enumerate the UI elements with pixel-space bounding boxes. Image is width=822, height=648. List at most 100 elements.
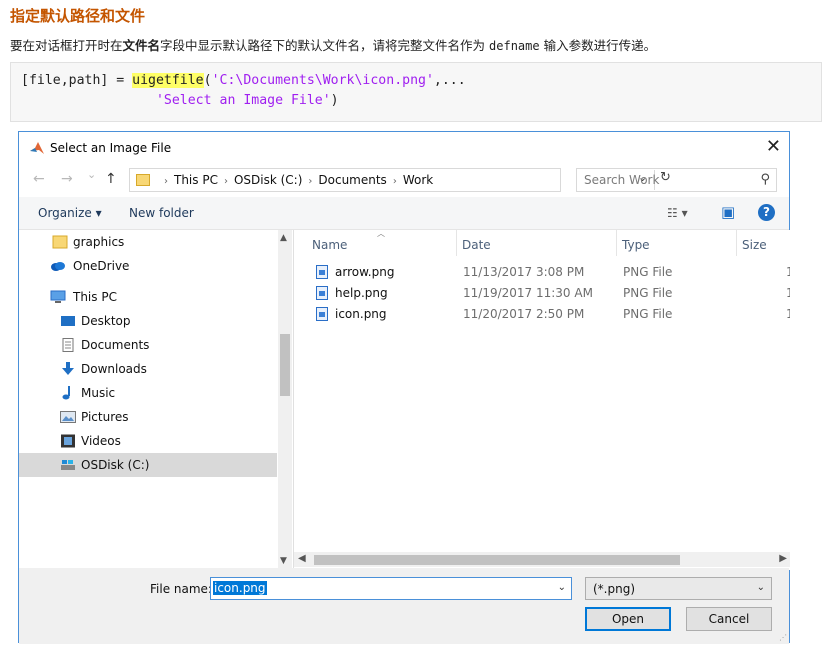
para-text-3: 输入参数进行传递。 <box>539 38 657 53</box>
file-name: icon.png <box>335 307 387 321</box>
nav-label: OSDisk (C:) <box>81 458 150 472</box>
file-name: help.png <box>335 286 388 300</box>
column-label: Name <box>312 238 348 252</box>
file-type-select[interactable]: (*.png) ⌄ <box>585 577 772 600</box>
description-paragraph: 要在对话框打开时在文件名字段中显示默认路径下的默认文件名，请将完整文件名作为 d… <box>10 35 656 54</box>
file-row[interactable]: icon.png 11/20/2017 2:50 PM PNG File 1 <box>294 304 790 325</box>
up-button[interactable]: ↑ <box>105 171 117 187</box>
search-placeholder: Search Work <box>584 173 660 187</box>
scroll-left-icon[interactable]: ◀ <box>298 553 306 564</box>
scroll-down-icon[interactable]: ▼ <box>280 556 287 566</box>
column-header-name[interactable]: Name <box>294 230 457 256</box>
column-header-size[interactable]: Size <box>737 230 790 256</box>
title-bar: Select an Image File ✕ <box>19 132 789 163</box>
address-bar[interactable]: › This PC › OSDisk (C:) › Documents › Work ⌄ ↻ <box>129 168 671 192</box>
image-file-icon <box>316 307 328 321</box>
image-file-icon <box>316 265 328 279</box>
nav-item-pictures[interactable]: Pictures <box>19 405 277 429</box>
column-header-type[interactable]: Type <box>617 230 737 256</box>
file-type: PNG File <box>623 286 673 300</box>
nav-label: graphics <box>73 235 125 249</box>
command-bar: Organize ▾ New folder ☷ ▾ ▣ ? <box>19 197 789 230</box>
nav-item-onedrive[interactable]: OneDrive <box>19 254 277 278</box>
open-button[interactable]: Open <box>585 607 671 631</box>
recent-locations-button[interactable]: ⌄ <box>87 168 96 181</box>
horizontal-scrollbar[interactable]: ◀ ▶ <box>294 552 790 567</box>
file-name-field[interactable]: icon.png ⌄ <box>210 577 572 600</box>
para-text-2: 字段中显示默认路径下的默认文件名，请将完整文件名作为 <box>160 38 490 53</box>
search-input[interactable]: Search Work ⚲ <box>576 168 777 192</box>
code-line-1: [file,path] = uigetfile('C:\Documents\Wo… <box>21 73 811 93</box>
nav-item-music[interactable]: Music <box>19 381 277 405</box>
drive-icon <box>61 460 75 470</box>
file-type-value: (*.png) <box>593 582 636 596</box>
back-button[interactable]: ← <box>33 171 45 187</box>
dialog-footer: File name: icon.png ⌄ (*.png) ⌄ Open Can… <box>19 568 789 644</box>
column-header-date[interactable]: Date <box>457 230 617 256</box>
file-row[interactable]: help.png 11/19/2017 11:30 AM PNG File 1 <box>294 283 790 304</box>
nav-label: OneDrive <box>73 259 130 273</box>
nav-label: Videos <box>81 434 121 448</box>
nav-item-videos[interactable]: Videos <box>19 429 277 453</box>
desktop-icon <box>61 316 75 326</box>
breadcrumb-item[interactable]: OSDisk (C:) <box>234 173 302 187</box>
organize-button[interactable]: Organize ▾ <box>38 206 102 220</box>
breadcrumb-item[interactable]: This PC <box>174 173 218 187</box>
search-icon[interactable]: ⚲ <box>760 172 770 187</box>
close-button[interactable]: ✕ <box>766 136 781 157</box>
nav-item-graphics[interactable]: graphics <box>19 230 277 254</box>
code-string: 'C:\Documents\Work\icon.png' <box>211 73 434 88</box>
breadcrumb-separator: › <box>223 176 228 187</box>
breadcrumb-item[interactable]: Work <box>403 173 433 187</box>
para-text-1: 要在对话框打开时在 <box>10 38 123 53</box>
scroll-up-icon[interactable]: ▲ <box>280 233 287 243</box>
computer-icon <box>50 290 66 303</box>
breadcrumb-item[interactable]: Documents <box>318 173 386 187</box>
address-row: ← → ⌄ ↑ › This PC › OSDisk (C:) › Documents › W… <box>19 165 789 195</box>
nav-item-downloads[interactable]: Downloads <box>19 357 277 381</box>
nav-label: Music <box>81 386 116 400</box>
documents-icon <box>62 338 74 352</box>
download-icon <box>62 362 74 375</box>
code-line-2: 'Select an Image File') <box>21 93 811 113</box>
file-name-label: File name: <box>150 582 212 596</box>
chevron-down-icon: ⌄ <box>756 582 765 593</box>
column-label: Type <box>622 238 650 252</box>
nav-scrollbar[interactable]: ▲ ▼ <box>278 230 292 568</box>
file-name-value: icon.png <box>213 581 267 595</box>
nav-label: Pictures <box>81 410 129 424</box>
help-button[interactable]: ? <box>758 204 775 221</box>
nav-label: Desktop <box>81 314 131 328</box>
nav-item-documents[interactable]: Documents <box>19 333 277 357</box>
nav-item-this-pc[interactable]: This PC <box>19 285 277 309</box>
folder-icon <box>136 174 150 186</box>
column-label: Size <box>742 238 767 252</box>
resize-grip-icon[interactable]: ⋰ <box>779 633 787 642</box>
cancel-button[interactable]: Cancel <box>686 607 772 631</box>
chevron-down-icon[interactable]: ⌄ <box>558 582 566 593</box>
music-icon <box>62 386 70 400</box>
horizontal-scroll-thumb[interactable] <box>314 555 680 565</box>
file-size: 1 <box>786 307 790 321</box>
matlab-logo-icon <box>30 142 44 154</box>
file-type: PNG File <box>623 265 673 279</box>
code-text: ( <box>203 73 212 88</box>
nav-item-osdisk[interactable]: OSDisk (C:) <box>19 453 277 477</box>
code-text: ,... <box>433 73 466 88</box>
nav-scroll-thumb[interactable] <box>280 334 290 396</box>
breadcrumb-separator: › <box>164 176 168 187</box>
preview-pane-button[interactable]: ▣ <box>721 203 735 221</box>
file-list: ︿ Name Date Type Size arrow.png 11/13/20… <box>294 230 790 570</box>
para-bold: 文件名 <box>122 38 161 53</box>
file-row[interactable]: arrow.png 11/13/2017 3:08 PM PNG File 1 <box>294 262 790 283</box>
nav-label: Downloads <box>81 362 147 376</box>
nav-item-desktop[interactable]: Desktop <box>19 309 277 333</box>
image-file-icon <box>316 286 328 300</box>
forward-button[interactable]: → <box>61 171 73 187</box>
scroll-right-icon[interactable]: ▶ <box>779 553 787 564</box>
code-text: [file,path] = <box>21 73 133 88</box>
para-code: defname <box>489 39 540 53</box>
view-options-button[interactable]: ☷ ▾ <box>667 206 688 220</box>
new-folder-button[interactable]: New folder <box>129 206 194 220</box>
